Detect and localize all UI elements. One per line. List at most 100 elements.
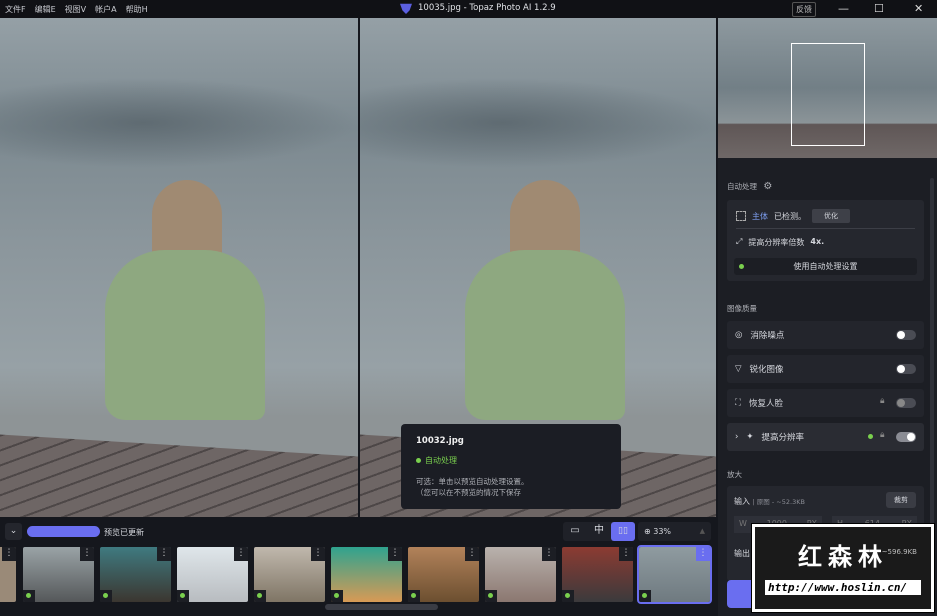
feedback-button[interactable]: 反馈	[792, 2, 816, 17]
thumbnail-menu-button[interactable]: ⋮	[619, 547, 633, 561]
menu-help[interactable]: 帮助H	[126, 4, 148, 15]
face-icon: ⛶	[735, 398, 741, 408]
thumbnail[interactable]: ⋮	[254, 547, 325, 602]
output-label: 输出	[734, 549, 750, 558]
thumbnail[interactable]: ⋮	[23, 547, 94, 602]
sharpen-toggle[interactable]	[896, 364, 916, 374]
remove-noise-row[interactable]: ◎ 消除噪点	[727, 321, 924, 349]
thumbnail-menu-button[interactable]: ⋮	[542, 547, 556, 561]
remove-noise-label: 消除噪点	[750, 331, 785, 341]
lock-icon: 🔒︎	[880, 396, 885, 406]
upscale-row[interactable]: › ✦ 提高分辨率 🔒︎	[727, 423, 924, 451]
menu-edit[interactable]: 编辑E	[35, 4, 56, 15]
sharpen-icon: ▽	[735, 364, 742, 374]
subject-label: 主体	[752, 211, 768, 221]
gear-icon[interactable]: ⚙	[763, 181, 772, 192]
status-dot-icon	[23, 590, 35, 602]
topaz-logo-icon	[400, 3, 412, 14]
quality-title: 图像质量	[727, 304, 757, 313]
thumbnail-menu-button[interactable]: ⋮	[157, 547, 171, 561]
zoom-menu-arrow-icon[interactable]: ▲	[700, 522, 705, 541]
sparkle-icon: ✦	[746, 432, 754, 442]
thumbnail-menu-button[interactable]: ⋮	[388, 547, 402, 561]
sharpen-row[interactable]: ▽ 锐化图像	[727, 355, 924, 383]
tooltip-status: 自动处理	[425, 456, 457, 465]
upscale-text: 提高分辨率倍数	[748, 238, 805, 247]
menu-account[interactable]: 帐户A	[95, 4, 116, 15]
status-dot-icon	[177, 590, 189, 602]
bottom-bar: ⌄ 预览已更新 ▭ 中 ▯▯ ⊕ 33% ▲ ⋮ ⋮ ⋮ ⋮ ⋮ ⋮ ⋮ ⋮ ⋮ ⋮	[0, 517, 718, 616]
watermark-url: http://www.hoslin.cn/	[765, 580, 921, 595]
thumbnail[interactable]: ⋮	[637, 545, 712, 604]
navigator-viewport[interactable]	[791, 43, 865, 146]
thumbnail[interactable]: ⋮	[485, 547, 556, 602]
thumbnail-menu-button[interactable]: ⋮	[465, 547, 479, 561]
recover-faces-row[interactable]: ⛶ 恢复人脸 🔒︎	[727, 389, 924, 417]
maximize-button[interactable]: ☐	[874, 2, 884, 15]
recover-faces-toggle[interactable]: 🔒︎	[880, 396, 916, 408]
minimize-button[interactable]: —	[838, 2, 849, 15]
use-autopilot-label: 使用自动处理设置	[793, 262, 858, 271]
denoise-icon: ◎	[735, 330, 743, 340]
chevron-right-icon[interactable]: ›	[735, 432, 738, 442]
thumbnail[interactable]: ⋮	[100, 547, 171, 602]
thumbnail-menu-button[interactable]: ⋮	[696, 547, 710, 561]
thumbnail-menu-button[interactable]: ⋮	[80, 547, 94, 561]
use-autopilot-button[interactable]: 使用自动处理设置	[734, 258, 917, 275]
tooltip-line2: （您可以在不预览的情况下保存	[416, 488, 521, 497]
watermark: 红森林 http://www.hoslin.cn/	[752, 524, 934, 612]
input-label: 输入	[734, 497, 750, 506]
thumbnail[interactable]: ⋮	[177, 547, 248, 602]
navigator-thumbnail[interactable]	[718, 18, 937, 158]
enlarge-title: 放大	[727, 470, 742, 479]
crop-button[interactable]: 裁剪	[886, 492, 916, 508]
filmstrip-scrollbar[interactable]	[325, 604, 438, 610]
preview-progress-bar	[27, 526, 100, 537]
status-dot-icon	[416, 458, 421, 463]
view-side-by-side-button[interactable]: ▯▯	[611, 522, 635, 541]
view-single-button[interactable]: ▭	[563, 522, 587, 541]
thumbnail[interactable]: ⋮	[562, 547, 633, 602]
status-dot-icon	[408, 590, 420, 602]
refine-button[interactable]: 优化	[812, 209, 850, 223]
close-button[interactable]: ✕	[914, 2, 923, 15]
thumbnail[interactable]: ⋮	[0, 547, 16, 602]
lock-icon: 🔒︎	[880, 430, 885, 440]
thumbnail-menu-button[interactable]: ⋮	[311, 547, 325, 561]
zoom-control[interactable]: ⊕ 33% ▲	[638, 522, 711, 541]
remove-noise-toggle[interactable]	[896, 330, 916, 340]
thumbnail[interactable]: ⋮	[408, 547, 479, 602]
recover-faces-label: 恢复人脸	[748, 399, 783, 409]
thumbnail-menu-button[interactable]: ⋮	[234, 547, 248, 561]
status-dot-icon	[254, 590, 266, 602]
autopilot-tooltip: 10032.jpg 自动处理 可选：单击以预览自动处理设置。 （您可以在不预览的…	[401, 424, 621, 509]
zoom-level: 33%	[653, 527, 672, 536]
preview-status: 预览已更新	[104, 528, 144, 537]
sharpen-label: 锐化图像	[749, 365, 784, 375]
thumbnail[interactable]: ⋮	[331, 547, 402, 602]
status-dot-icon	[639, 590, 651, 602]
status-dot-icon	[331, 590, 343, 602]
panel-scrollbar[interactable]	[930, 178, 934, 578]
output-size: ~596.9KB	[880, 548, 918, 556]
autopilot-title: 自动处理	[727, 182, 757, 191]
upscale-label: 提高分辨率	[761, 433, 805, 443]
window-title: 10035.jpg - Topaz Photo AI 1.2.9	[418, 3, 556, 13]
menu-bar: 文件F 编辑E 视图V 帐户A 帮助H	[0, 4, 148, 15]
status-dot-icon	[100, 590, 112, 602]
zoom-icon: ⊕	[644, 527, 651, 536]
status-dot-icon	[562, 590, 574, 602]
collapse-filmstrip-button[interactable]: ⌄	[5, 523, 22, 540]
expand-icon: ⤢	[736, 237, 743, 246]
menu-view[interactable]: 视图V	[65, 4, 86, 15]
upscale-toggle[interactable]: 🔒︎	[868, 430, 916, 442]
tooltip-filename: 10032.jpg	[416, 436, 464, 446]
title-bar: 文件F 编辑E 视图V 帐户A 帮助H 10035.jpg - Topaz Ph…	[0, 0, 937, 18]
original-preview[interactable]	[0, 18, 358, 517]
tooltip-line1: 可选：单击以预览自动处理设置。	[416, 477, 529, 486]
status-dot-icon	[739, 264, 744, 269]
menu-file[interactable]: 文件F	[5, 4, 26, 15]
status-dot-icon	[485, 590, 497, 602]
subject-detect-icon	[736, 211, 746, 221]
view-split-button[interactable]: 中	[587, 522, 611, 541]
